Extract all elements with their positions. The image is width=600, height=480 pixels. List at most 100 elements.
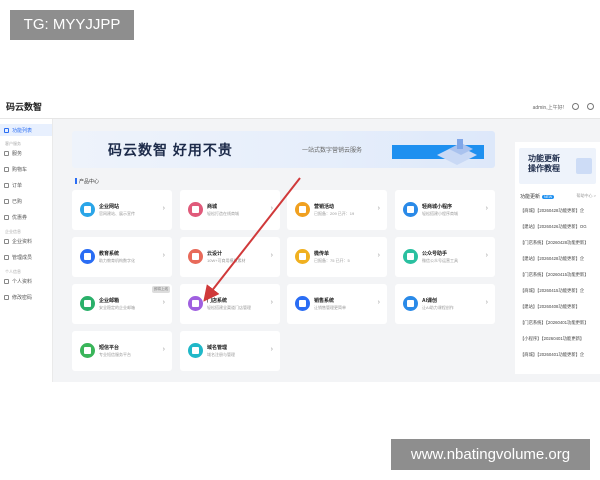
- update-list-item[interactable]: 【小程序】【20260401功能更新】: [520, 336, 597, 342]
- product-icon: [188, 202, 203, 217]
- product-card[interactable]: 云设计 10W+可商用模板素材 ›: [180, 237, 280, 277]
- product-desc: 轻松搭建全渠道门店管理: [207, 305, 251, 310]
- update-list-item[interactable]: 【门店系统】【20260428功能更新】: [520, 240, 597, 246]
- product-icon: [188, 249, 203, 264]
- product-card[interactable]: 轻商城小程序 轻松搭建小程序商城 ›: [395, 190, 495, 230]
- isometric-illustration-icon: [437, 139, 477, 165]
- help-button[interactable]: [572, 103, 579, 112]
- product-icon: [188, 296, 203, 311]
- chevron-right-icon: ›: [270, 299, 273, 306]
- chevron-right-icon: ›: [270, 252, 273, 259]
- help-center-link[interactable]: 帮助中心 >: [577, 193, 596, 199]
- chevron-right-icon: ›: [485, 252, 488, 259]
- watermark-bottom: www.nbatingvolume.org: [391, 439, 590, 470]
- product-icon: [295, 296, 310, 311]
- product-title: 云设计: [207, 251, 223, 257]
- sidebar-item-orders[interactable]: 订单: [4, 179, 22, 191]
- sidebar-item-label: 购物车: [12, 166, 28, 173]
- product-icon: [295, 202, 310, 217]
- product-desc: 已报备：75 已开：5: [314, 258, 350, 263]
- lock-icon: [4, 294, 9, 300]
- product-desc: 安全稳定的企业邮箱: [99, 305, 135, 310]
- product-desc: 轻松打造在线商城: [207, 211, 239, 216]
- sidebar-item-label: 订单: [12, 182, 23, 189]
- sidebar-item-cart[interactable]: 购物车: [4, 163, 27, 175]
- product-card[interactable]: 公众号助手 微信公众号运营工具 ›: [395, 237, 495, 277]
- product-title: 教育系统: [99, 251, 120, 257]
- update-list-item[interactable]: 【商城】【20260428功能更新】企: [520, 208, 597, 214]
- product-icon: [80, 249, 95, 264]
- top-bar: 码云数智 admin,上午好!: [0, 96, 600, 119]
- sidebar-item-service[interactable]: 服务: [4, 147, 22, 159]
- product-desc: 官网建站、展示宣传: [99, 211, 135, 216]
- update-list-item[interactable]: 【商城】【20260415功能更新】企: [520, 288, 597, 294]
- product-desc: 专业短信服务平台: [99, 352, 131, 357]
- update-panel: 功能更新 操作教程 功能更新 NEW 帮助中心 > 【商城】【20260428功能更…: [515, 142, 600, 374]
- promo-banner[interactable]: 码云数智 好用不贵 一站式数字营销云服务: [72, 131, 495, 168]
- update-list-item[interactable]: 【门店系统】【20260415功能更新】: [520, 272, 597, 278]
- chevron-right-icon: ›: [377, 252, 380, 259]
- new-badge: NEW: [542, 195, 555, 199]
- chevron-right-icon: ›: [162, 299, 165, 306]
- update-list-item[interactable]: 【建站】【20260428功能更新】企: [520, 256, 597, 262]
- product-desc: 轻松搭建小程序商城: [422, 211, 458, 216]
- product-card[interactable]: 企业邮箱 安全稳定的企业邮箱 › 即将上线: [72, 284, 172, 324]
- top-right-area: admin,上午好!: [533, 103, 594, 112]
- chevron-right-icon: ›: [162, 252, 165, 259]
- building-icon: [4, 238, 9, 244]
- update-list-item[interactable]: 【门店系统】【20260401功能更新】: [520, 320, 597, 326]
- product-card[interactable]: 销售系统 让销售管理更简单 ›: [287, 284, 387, 324]
- update-list-item[interactable]: 【建站】【20260408功能更新】: [520, 304, 597, 310]
- banner-title: 码云数智 好用不贵: [108, 142, 233, 158]
- product-desc: 域名注册与管理: [207, 352, 235, 357]
- product-title: 公众号助手: [422, 251, 448, 257]
- account-button[interactable]: [587, 103, 594, 112]
- user-icon: [4, 278, 9, 284]
- product-title: 企业网站: [99, 204, 120, 210]
- members-icon: [4, 254, 9, 260]
- sidebar-item-members[interactable]: 管理成员: [4, 251, 32, 263]
- product-card[interactable]: 微传单 已报备：75 已开：5 ›: [287, 237, 387, 277]
- product-card[interactable]: AI课创 让AI助力课程创作 ›: [395, 284, 495, 324]
- sidebar-item-coupons[interactable]: 优惠券: [4, 211, 27, 223]
- headset-icon: [572, 103, 579, 110]
- sidebar-item-label: 服务: [12, 150, 23, 157]
- sidebar-item-label: 管理成员: [12, 254, 33, 261]
- product-card[interactable]: 商城 轻松打造在线商城 ›: [180, 190, 280, 230]
- product-title: 域名管理: [207, 345, 228, 351]
- chevron-right-icon: ›: [162, 346, 165, 353]
- product-card[interactable]: 企业网站 官网建站、展示宣传 ›: [72, 190, 172, 230]
- brand-title: 码云数智: [6, 102, 43, 112]
- sidebar-item-company-info[interactable]: 企业资料: [4, 235, 32, 247]
- app-window: 码云数智 admin,上午好! 功能列表 客户服务 服务 购物车 订单 已购 优…: [0, 96, 600, 382]
- sidebar-item-label: 个人资料: [12, 278, 33, 285]
- update-list-item[interactable]: 【商城】【20260401功能更新】企: [520, 352, 597, 358]
- product-title: 门店系统: [207, 298, 228, 304]
- product-card[interactable]: 教育系统 助力教育机构数字化 ›: [72, 237, 172, 277]
- sidebar: 功能列表 客户服务 服务 购物车 订单 已购 优惠券 企业信息 企业资料 管理成…: [0, 119, 53, 382]
- sidebar-item-label: 企业资料: [12, 238, 33, 245]
- sidebar-item-feature-list[interactable]: 功能列表: [0, 124, 52, 136]
- product-title: 短信平台: [99, 345, 120, 351]
- chevron-right-icon: ›: [270, 346, 273, 353]
- product-desc: 让销售管理更简单: [314, 305, 346, 310]
- product-title: 企业邮箱: [99, 298, 120, 304]
- product-icon: [295, 249, 310, 264]
- product-desc: 已报备：209 已开：19: [314, 211, 355, 216]
- product-card[interactable]: 营销活动 已报备：209 已开：19 ›: [287, 190, 387, 230]
- update-list-item[interactable]: 【建站】【20260426功能更新】OG: [520, 224, 597, 230]
- product-card[interactable]: 门店系统 轻松搭建全渠道门店管理 ›: [180, 284, 280, 324]
- product-card[interactable]: 短信平台 专业短信服务平台 ›: [72, 331, 172, 371]
- product-desc: 10W+可商用模板素材: [207, 258, 246, 263]
- bag-icon: [4, 198, 9, 204]
- update-hero[interactable]: 功能更新 操作教程: [519, 148, 596, 184]
- sidebar-item-password[interactable]: 修改密码: [4, 291, 32, 303]
- order-icon: [4, 182, 9, 188]
- chevron-right-icon: ›: [485, 205, 488, 212]
- product-card[interactable]: 域名管理 域名注册与管理 ›: [180, 331, 280, 371]
- chevron-right-icon: ›: [162, 205, 165, 212]
- sidebar-item-profile[interactable]: 个人资料: [4, 275, 32, 287]
- product-icon: [403, 249, 418, 264]
- sidebar-item-purchased[interactable]: 已购: [4, 195, 22, 207]
- user-greeting[interactable]: admin,上午好!: [533, 104, 564, 111]
